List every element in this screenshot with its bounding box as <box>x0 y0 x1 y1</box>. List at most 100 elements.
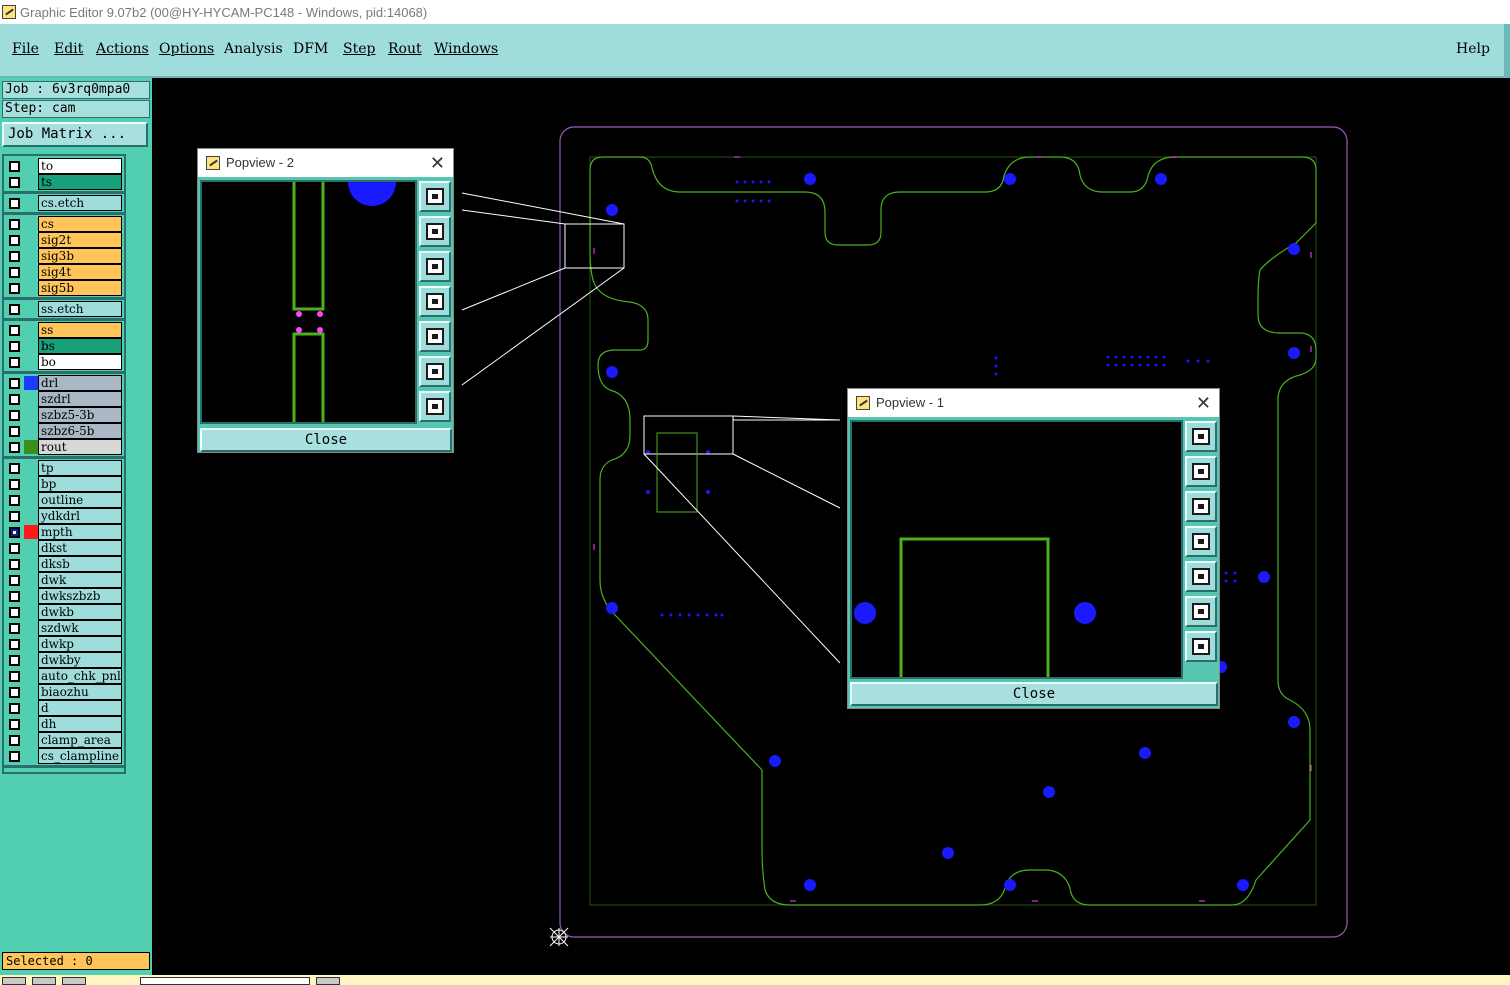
pan-down-icon[interactable] <box>1185 491 1217 522</box>
layer-name[interactable]: clamp_area <box>38 732 122 748</box>
menu-actions[interactable]: Actions <box>96 41 149 57</box>
layer-row-ydkdrl[interactable]: ydkdrl <box>4 508 124 524</box>
layer-name[interactable]: dksb <box>38 556 122 572</box>
layer-row-outline[interactable]: outline <box>4 492 124 508</box>
layer-row-cs.etch[interactable]: cs.etch <box>4 195 124 211</box>
layer-checkbox[interactable] <box>9 426 20 437</box>
layer-name[interactable]: cs_clampline <box>38 748 122 764</box>
layer-checkbox[interactable] <box>9 394 20 405</box>
layer-checkbox[interactable] <box>9 235 20 246</box>
layer-name[interactable]: to <box>38 158 122 174</box>
layer-name[interactable]: rout <box>38 439 122 455</box>
layer-name[interactable]: mpth <box>38 524 122 540</box>
layer-name[interactable]: dwk <box>38 572 122 588</box>
layer-color-swatch[interactable] <box>24 621 38 635</box>
layer-name[interactable]: cs.etch <box>38 195 122 211</box>
layer-checkbox[interactable] <box>9 591 20 602</box>
status-button[interactable] <box>316 977 340 985</box>
layer-color-swatch[interactable] <box>24 217 38 231</box>
layer-color-swatch[interactable] <box>24 249 38 263</box>
layer-checkbox[interactable] <box>9 703 20 714</box>
layer-color-swatch[interactable] <box>24 376 38 390</box>
layer-checkbox[interactable] <box>9 751 20 762</box>
layer-color-swatch[interactable] <box>24 159 38 173</box>
layer-color-swatch[interactable] <box>24 589 38 603</box>
layer-row-dwkby[interactable]: dwkby <box>4 652 124 668</box>
status-button[interactable] <box>32 977 56 985</box>
layer-color-swatch[interactable] <box>24 424 38 438</box>
menu-edit[interactable]: Edit <box>54 41 83 57</box>
layer-checkbox[interactable] <box>9 671 20 682</box>
layer-name[interactable]: ts <box>38 174 122 190</box>
layer-name[interactable]: d <box>38 700 122 716</box>
layer-name[interactable]: dwkp <box>38 636 122 652</box>
zoom-in-icon[interactable] <box>1185 631 1217 662</box>
pan-left-icon[interactable] <box>1185 526 1217 557</box>
layer-name[interactable]: tp <box>38 460 122 476</box>
layer-checkbox[interactable] <box>9 283 20 294</box>
layer-name[interactable]: dh <box>38 716 122 732</box>
layer-name[interactable]: cs <box>38 216 122 232</box>
layer-checkbox[interactable] <box>9 161 20 172</box>
popview-2-view[interactable] <box>200 180 417 424</box>
layer-color-swatch[interactable] <box>24 392 38 406</box>
layer-color-swatch[interactable] <box>24 573 38 587</box>
layer-name[interactable]: ss <box>38 322 122 338</box>
layer-row-tp[interactable]: tp <box>4 460 124 476</box>
zoom-fit-icon[interactable] <box>419 181 451 212</box>
status-button[interactable] <box>62 977 86 985</box>
close-icon[interactable]: ✕ <box>430 149 445 177</box>
layer-name[interactable]: bs <box>38 338 122 354</box>
layer-color-swatch[interactable] <box>24 605 38 619</box>
layer-checkbox[interactable] <box>9 719 20 730</box>
layer-color-swatch[interactable] <box>24 557 38 571</box>
layer-row-sig4t[interactable]: sig4t <box>4 264 124 280</box>
layer-checkbox[interactable] <box>9 177 20 188</box>
layer-color-swatch[interactable] <box>24 701 38 715</box>
layer-checkbox[interactable] <box>9 607 20 618</box>
layer-checkbox[interactable] <box>9 655 20 666</box>
popview-1-close-button[interactable]: Close <box>850 682 1218 706</box>
status-field[interactable] <box>140 977 310 985</box>
layer-row-szbz5-3b[interactable]: szbz5-3b <box>4 407 124 423</box>
layer-row-drl[interactable]: drl <box>4 375 124 391</box>
layer-checkbox[interactable] <box>9 543 20 554</box>
layer-name[interactable]: szdrl <box>38 391 122 407</box>
layer-checkbox[interactable] <box>9 559 20 570</box>
layer-color-swatch[interactable] <box>24 175 38 189</box>
layer-row-d[interactable]: d <box>4 700 124 716</box>
zoom-fit-icon[interactable] <box>1185 421 1217 452</box>
layer-checkbox[interactable] <box>9 357 20 368</box>
layer-color-swatch[interactable] <box>24 265 38 279</box>
layer-color-swatch[interactable] <box>24 323 38 337</box>
layer-name[interactable]: ydkdrl <box>38 508 122 524</box>
layer-name[interactable]: bo <box>38 354 122 370</box>
layer-row-dwkszbzb[interactable]: dwkszbzb <box>4 588 124 604</box>
layer-row-mpth[interactable]: mpth <box>4 524 124 540</box>
layer-name[interactable]: dwkszbzb <box>38 588 122 604</box>
layer-color-swatch[interactable] <box>24 653 38 667</box>
layer-color-swatch[interactable] <box>24 541 38 555</box>
layer-color-swatch[interactable] <box>24 685 38 699</box>
layer-row-szbz6-5b[interactable]: szbz6-5b <box>4 423 124 439</box>
layer-name[interactable]: biaozhu <box>38 684 122 700</box>
layer-color-swatch[interactable] <box>24 733 38 747</box>
layer-color-swatch[interactable] <box>24 408 38 422</box>
layer-row-ss[interactable]: ss <box>4 322 124 338</box>
layer-checkbox[interactable] <box>9 219 20 230</box>
layer-name[interactable]: szbz6-5b <box>38 423 122 439</box>
layer-row-szdrl[interactable]: szdrl <box>4 391 124 407</box>
layer-checkbox[interactable] <box>9 511 20 522</box>
layer-color-swatch[interactable] <box>24 302 38 316</box>
layer-name[interactable]: szdwk <box>38 620 122 636</box>
layer-color-swatch[interactable] <box>24 637 38 651</box>
popview-2-close-button[interactable]: Close <box>200 428 452 452</box>
layer-checkbox[interactable] <box>9 410 20 421</box>
layer-color-swatch[interactable] <box>24 525 38 539</box>
layer-name[interactable]: bp <box>38 476 122 492</box>
layer-checkbox[interactable] <box>9 304 20 315</box>
layer-row-bo[interactable]: bo <box>4 354 124 370</box>
pan-up-icon[interactable] <box>1185 456 1217 487</box>
layer-name[interactable]: szbz5-3b <box>38 407 122 423</box>
layer-row-sig3b[interactable]: sig3b <box>4 248 124 264</box>
